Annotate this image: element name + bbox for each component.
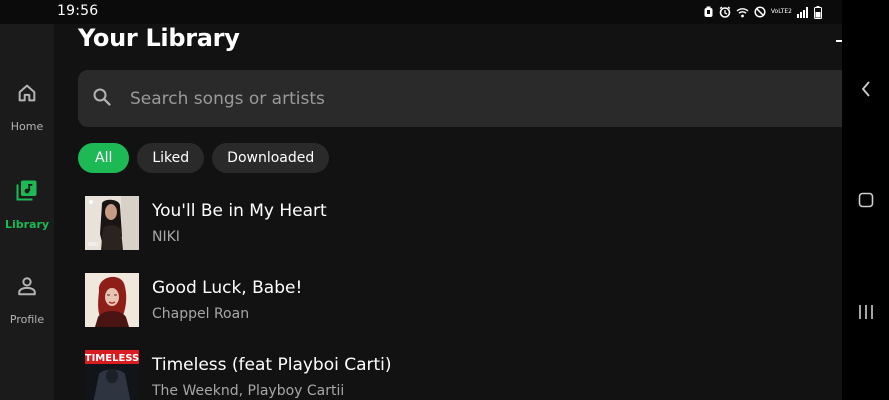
filter-chip-downloaded[interactable]: Downloaded [212, 143, 330, 173]
nav-label-library: Library [4, 218, 50, 231]
search-icon [92, 87, 112, 111]
system-nav-bar [842, 0, 889, 400]
wifi-icon [736, 7, 749, 18]
nav-item-library[interactable]: Library [0, 178, 54, 231]
filter-chip-liked[interactable]: Liked [137, 143, 205, 173]
track-artist: NIKI [152, 229, 180, 245]
system-back-button[interactable] [842, 80, 889, 102]
system-recents-button[interactable] [842, 304, 889, 324]
search-bar[interactable] [78, 70, 866, 127]
network-label: VoLTE2 [770, 8, 792, 15]
filter-chips: All Liked Downloaded [78, 143, 330, 173]
status-time: 19:56 [57, 3, 99, 19]
track-artist: The Weeknd, Playboy Cartii [152, 383, 345, 399]
home-square-icon [858, 192, 874, 212]
search-input[interactable] [128, 87, 732, 110]
nav-label-home: Home [10, 120, 44, 133]
recents-icon [858, 304, 874, 324]
chevron-left-icon [860, 80, 872, 102]
status-icons: VoLTE2 [703, 4, 822, 20]
nav-item-profile[interactable]: Profile [0, 275, 54, 326]
svg-text:NIKI: NIKI [88, 242, 98, 248]
nav-rail: Home Library Profile [0, 24, 54, 400]
nav-item-home[interactable]: Home [0, 82, 54, 133]
clock-icon [719, 6, 731, 18]
app-screen: 19:56 VoLTE2 Home Library Profile Your L… [0, 0, 889, 400]
track-title: Good Luck, Babe! [152, 278, 303, 298]
album-cover [85, 273, 139, 327]
track-artist: Chappel Roan [152, 306, 250, 322]
alarm-icon [703, 6, 714, 18]
album-cover-text: TIMELESS [85, 353, 139, 364]
status-bar: 19:56 VoLTE2 [0, 0, 842, 24]
library-icon [15, 178, 39, 206]
library-main: Your Library All Liked Downloaded [54, 24, 866, 400]
track-title: You'll Be in My Heart [152, 201, 327, 221]
album-cover: TIMELESS [85, 350, 139, 400]
home-icon [16, 82, 38, 108]
album-cover: NIKI [85, 196, 139, 250]
system-home-button[interactable] [842, 192, 889, 212]
track-row[interactable]: TIMELESS Timeless (feat Playboi Carti) T… [85, 350, 825, 400]
track-title: Timeless (feat Playboi Carti) [152, 355, 392, 375]
signal-icon [797, 6, 809, 18]
profile-icon [16, 275, 38, 301]
page-title: Your Library [78, 24, 240, 52]
track-row[interactable]: NIKI You'll Be in My Heart NIKI [85, 196, 825, 256]
track-row[interactable]: Good Luck, Babe! Chappel Roan [85, 273, 825, 333]
battery-icon [814, 5, 822, 19]
filter-chip-all[interactable]: All [78, 143, 130, 173]
do-not-disturb-icon [754, 6, 766, 18]
nav-label-profile: Profile [9, 313, 45, 326]
